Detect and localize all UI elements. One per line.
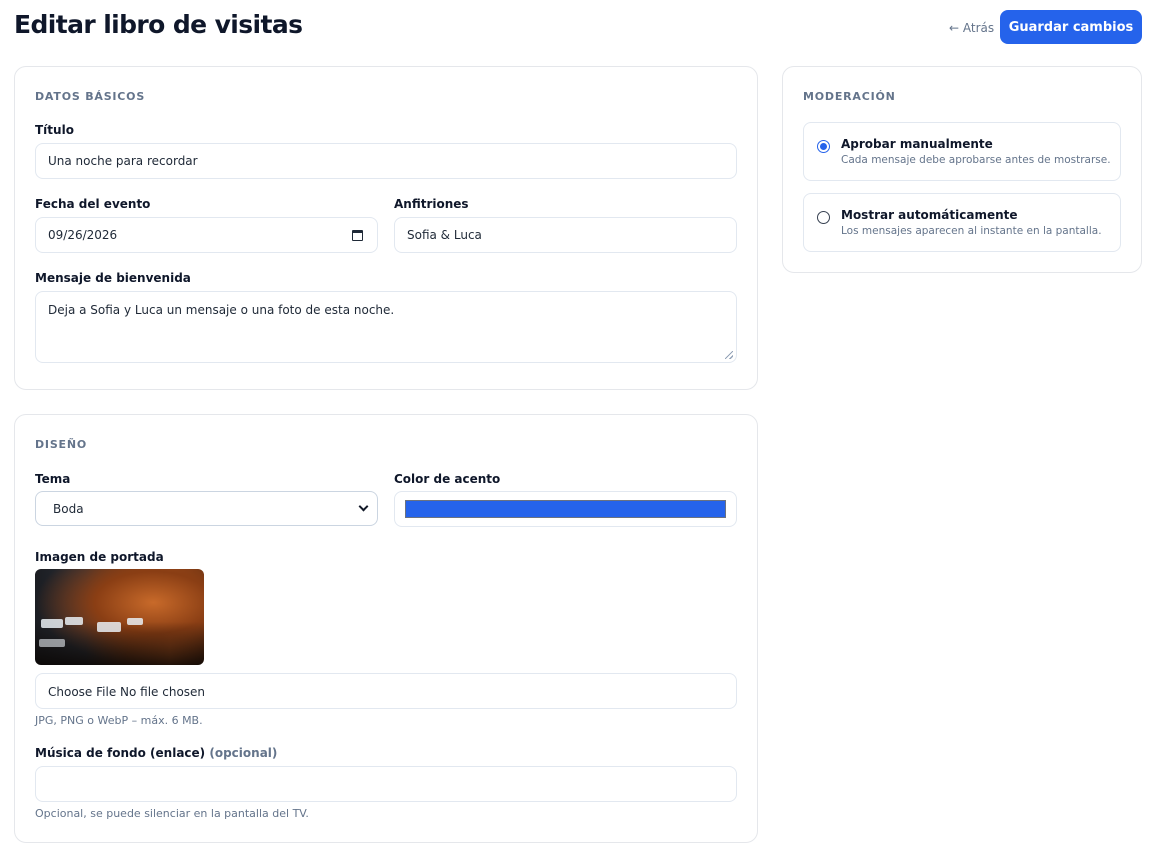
calendar-icon[interactable] bbox=[352, 230, 363, 241]
title-input-value: Una noche para recordar bbox=[48, 154, 198, 168]
hosts-input-value: Sofia & Luca bbox=[407, 228, 482, 242]
auto-display-radio[interactable] bbox=[817, 211, 830, 224]
resize-handle-icon[interactable] bbox=[725, 351, 733, 359]
optional-tag: (opcional) bbox=[209, 746, 278, 760]
moderation-section-title: MODERACIÓN bbox=[803, 90, 896, 103]
back-link[interactable]: ← Atrás bbox=[949, 21, 994, 35]
table-shape bbox=[127, 618, 143, 625]
design-section-title: DISEÑO bbox=[35, 438, 88, 451]
table-shape bbox=[65, 617, 83, 625]
event-date-input[interactable]: 09/26/2026 bbox=[35, 217, 378, 253]
hosts-input[interactable]: Sofia & Luca bbox=[394, 217, 737, 253]
manual-approval-option[interactable]: Aprobar manualmente Cada mensaje debe ap… bbox=[803, 122, 1121, 181]
cover-file-hint: JPG, PNG o WebP – máx. 6 MB. bbox=[35, 714, 203, 727]
welcome-message-value: Deja a Sofia y Luca un mensaje o una fot… bbox=[48, 303, 395, 317]
auto-display-option[interactable]: Mostrar automáticamente Los mensajes apa… bbox=[803, 193, 1121, 252]
basic-data-card: DATOS BÁSICOS Título Una noche para reco… bbox=[14, 66, 758, 390]
manual-approval-description: Cada mensaje debe aprobarse antes de mos… bbox=[841, 154, 1111, 166]
event-date-label: Fecha del evento bbox=[35, 197, 151, 211]
page-title: Editar libro de visitas bbox=[14, 10, 303, 39]
background-music-input[interactable] bbox=[35, 766, 737, 802]
theme-selected-value: Boda bbox=[53, 502, 84, 516]
event-date-value: 09/26/2026 bbox=[48, 228, 118, 242]
hosts-label: Anfitriones bbox=[394, 197, 469, 211]
welcome-message-textarea[interactable]: Deja a Sofia y Luca un mensaje o una fot… bbox=[35, 291, 737, 363]
title-label: Título bbox=[35, 123, 74, 137]
background-music-hint: Opcional, se puede silenciar en la panta… bbox=[35, 807, 309, 820]
table-shape bbox=[41, 619, 63, 628]
background-music-label-text: Música de fondo (enlace) bbox=[35, 746, 206, 760]
theme-label: Tema bbox=[35, 472, 71, 486]
background-music-label: Música de fondo (enlace) (opcional) bbox=[35, 746, 277, 760]
theme-select[interactable]: Boda bbox=[35, 491, 378, 526]
file-input-text: Choose File No file chosen bbox=[48, 685, 205, 699]
accent-color-picker[interactable] bbox=[394, 491, 737, 527]
table-shape bbox=[97, 622, 121, 632]
chevron-down-icon bbox=[358, 501, 369, 512]
table-shape bbox=[39, 639, 65, 647]
manual-approval-radio[interactable] bbox=[817, 140, 830, 153]
welcome-message-label: Mensaje de bienvenida bbox=[35, 271, 191, 285]
title-input[interactable]: Una noche para recordar bbox=[35, 143, 737, 179]
accent-color-label: Color de acento bbox=[394, 472, 501, 486]
cover-image-label: Imagen de portada bbox=[35, 550, 164, 564]
auto-display-title: Mostrar automáticamente bbox=[841, 208, 1018, 222]
basic-data-section-title: DATOS BÁSICOS bbox=[35, 90, 146, 103]
auto-display-description: Los mensajes aparecen al instante en la … bbox=[841, 225, 1102, 237]
manual-approval-title: Aprobar manualmente bbox=[841, 137, 993, 151]
cover-image-preview bbox=[35, 569, 204, 665]
save-changes-button[interactable]: Guardar cambios bbox=[1000, 10, 1142, 44]
cover-file-input[interactable]: Choose File No file chosen bbox=[35, 673, 737, 709]
choose-file-button[interactable]: Choose File bbox=[48, 685, 116, 699]
file-status: No file chosen bbox=[120, 685, 206, 699]
moderation-card: MODERACIÓN Aprobar manualmente Cada mens… bbox=[782, 66, 1142, 273]
accent-color-swatch[interactable] bbox=[405, 500, 726, 518]
